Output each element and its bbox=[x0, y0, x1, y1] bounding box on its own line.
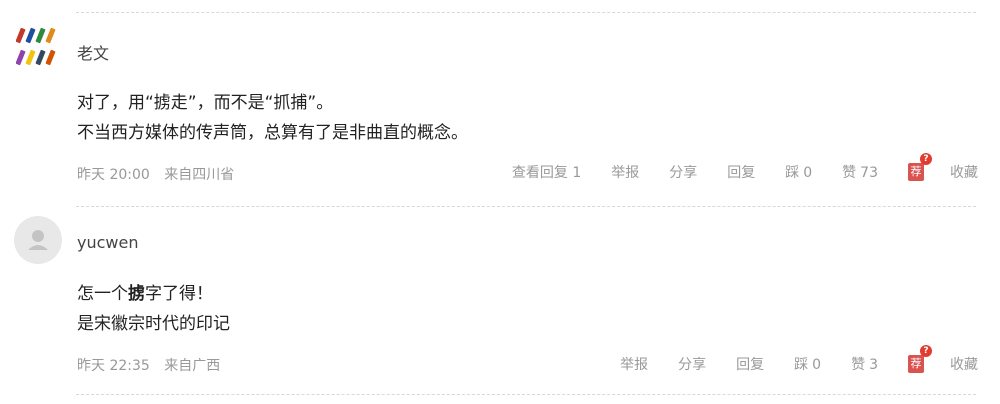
dislike-label: 踩 bbox=[794, 357, 809, 373]
text-fragment: 字了得！ bbox=[145, 284, 213, 304]
comment-time: 昨天 22:35 bbox=[77, 358, 150, 374]
avatar[interactable] bbox=[16, 26, 60, 70]
dislike-button[interactable]: 踩0 bbox=[794, 354, 821, 374]
recommend-icon: 荐 bbox=[910, 165, 922, 178]
comment-actions: 查看回复 1 举报 分享 回复 踩0 赞 73 荐? 收藏 bbox=[482, 153, 978, 182]
like-count: 3 bbox=[869, 357, 878, 373]
dislike-count: 0 bbox=[803, 165, 813, 181]
avatar[interactable] bbox=[14, 216, 62, 264]
favorite-button[interactable]: 收藏 bbox=[950, 354, 978, 374]
comment-text-line: 是宋徽宗时代的印记 bbox=[77, 314, 230, 334]
report-button[interactable]: 举报 bbox=[611, 162, 639, 182]
share-button[interactable]: 分享 bbox=[669, 162, 697, 182]
reply-button[interactable]: 回复 bbox=[727, 162, 755, 182]
view-replies-button[interactable]: 查看回复 1 bbox=[512, 162, 581, 182]
comment-time: 昨天 20:00 bbox=[77, 167, 150, 183]
favorite-button[interactable]: 收藏 bbox=[950, 162, 978, 182]
comment-meta: 昨天 20:00 来自四川省 bbox=[77, 164, 234, 184]
top-divider bbox=[76, 12, 976, 13]
comment-text-line: 不当西方媒体的传声筒，总算有了是非曲直的概念。 bbox=[77, 123, 468, 143]
recommend-icon: 荐 bbox=[910, 357, 922, 370]
dislike-count: 0 bbox=[812, 357, 822, 373]
comment-text-line: 对了，用“掳走”，而不是“抓捕”。 bbox=[77, 93, 334, 113]
dislike-label: 踩 bbox=[785, 165, 800, 181]
comment-username[interactable]: yucwen bbox=[77, 233, 138, 252]
comment-divider bbox=[76, 206, 976, 207]
comment-actions: 举报 分享 回复 踩0 赞3 荐? 收藏 bbox=[590, 345, 978, 374]
comment-location: 来自广西 bbox=[164, 358, 221, 374]
like-label: 赞 bbox=[842, 165, 857, 181]
like-count: 73 bbox=[860, 165, 878, 181]
report-button[interactable]: 举报 bbox=[620, 354, 648, 374]
question-badge-icon: ? bbox=[920, 153, 932, 165]
default-user-icon bbox=[28, 230, 48, 250]
reply-button[interactable]: 回复 bbox=[736, 354, 764, 374]
comment-text: 对了，用“掳走”，而不是“抓捕”。 不当西方媒体的传声筒，总算有了是非曲直的概念… bbox=[77, 88, 468, 148]
like-button[interactable]: 赞3 bbox=[851, 354, 878, 374]
dislike-button[interactable]: 踩0 bbox=[785, 162, 812, 182]
bottom-divider bbox=[76, 394, 976, 395]
share-button[interactable]: 分享 bbox=[678, 354, 706, 374]
comment-username[interactable]: 老文 bbox=[77, 40, 109, 64]
question-badge-icon: ? bbox=[920, 345, 932, 357]
comment-text: 怎一个掳字了得！ 是宋徽宗时代的印记 bbox=[77, 279, 230, 339]
comment-meta: 昨天 22:35 来自广西 bbox=[77, 355, 220, 375]
recommend-button[interactable]: 荐? bbox=[908, 153, 932, 181]
comment-text-line: 怎一个掳字了得！ bbox=[77, 279, 230, 309]
like-label: 赞 bbox=[851, 357, 866, 373]
comment-location: 来自四川省 bbox=[164, 167, 235, 183]
like-button[interactable]: 赞 73 bbox=[842, 162, 878, 182]
text-fragment: 怎一个 bbox=[77, 284, 128, 304]
recommend-button[interactable]: 荐? bbox=[908, 345, 932, 373]
bold-character: 掳 bbox=[128, 284, 145, 304]
